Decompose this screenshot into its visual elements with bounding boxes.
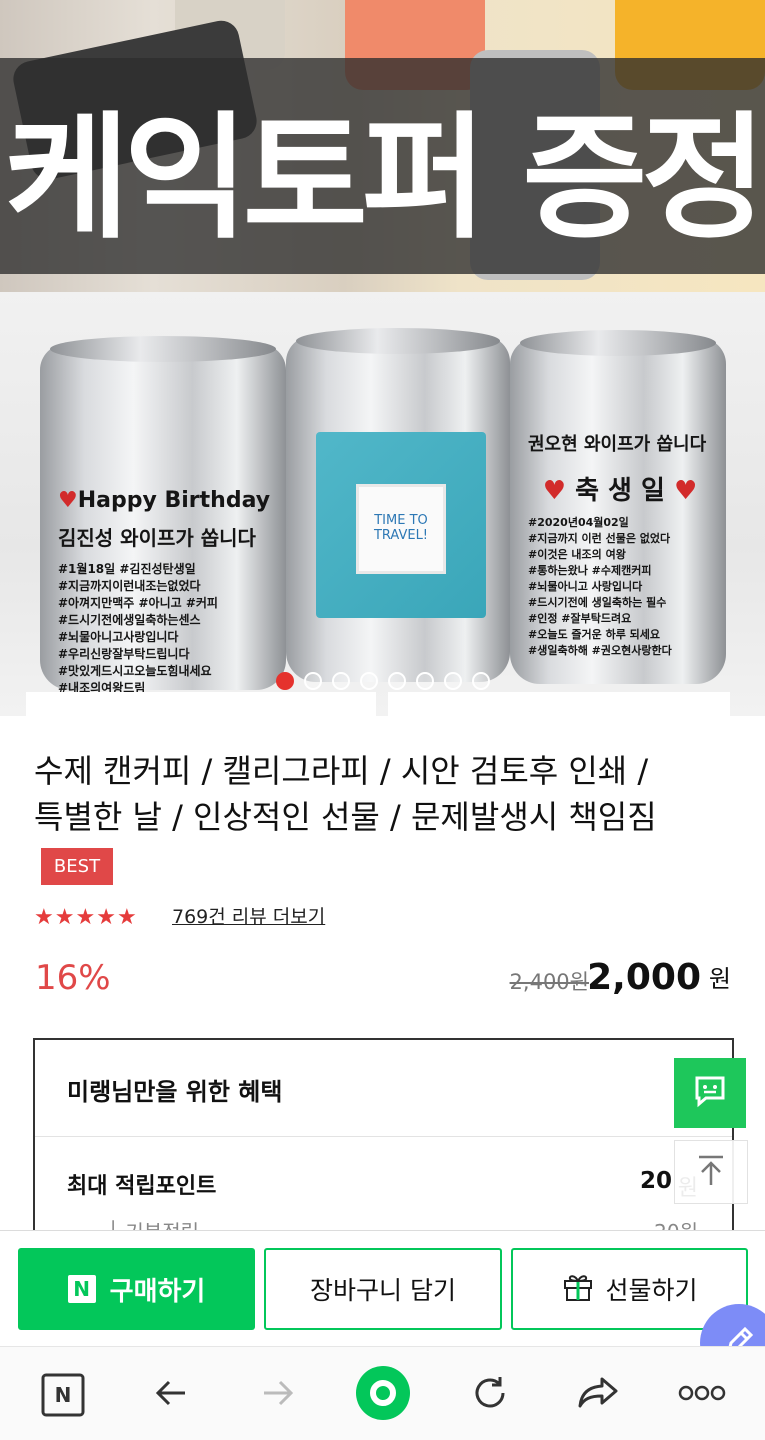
carousel-dot[interactable] <box>331 672 350 690</box>
travel-label-text: TIME TO TRAVEL! <box>356 484 446 574</box>
carousel-dot[interactable] <box>359 672 378 690</box>
star-icon: ★ <box>54 905 75 930</box>
buy-label: 구매하기 <box>109 1276 206 1307</box>
can-text-line: #뇌물아니고사랑입니다 <box>58 630 179 644</box>
browser-navbar: N <box>0 1346 765 1440</box>
review-more-link[interactable]: 769건 리뷰 더보기 <box>172 903 325 931</box>
carousel-dot[interactable] <box>415 672 434 690</box>
hero-cans-photo: ♥Happy Birthday♥ 김진성 와이프가 쏩니다 #1월18일 #김진… <box>0 292 765 716</box>
carousel-dot[interactable] <box>303 672 322 690</box>
star-icon: ★ <box>75 905 96 930</box>
purchase-bar: N 구매하기 장바구니 담기 선물하기 <box>0 1230 765 1346</box>
best-badge: BEST <box>41 848 113 885</box>
can-text-line: #이것은 내조의 여왕 <box>528 548 626 561</box>
can-left: ♥Happy Birthday♥ 김진성 와이프가 쏩니다 #1월18일 #김진… <box>40 336 286 712</box>
can-text-line: #뇌물아니고 사랑입니다 <box>528 580 643 593</box>
can-rim <box>296 328 500 354</box>
refresh-button[interactable] <box>462 1367 518 1423</box>
benefit-title: 미랭님만을 위한 혜택 <box>67 1078 283 1106</box>
forward-arrow-icon <box>258 1373 298 1417</box>
can-right: 권오현 와이프가 쏩니다 ♥ 축 생 일 ♥ #2020년04월02일 #지금까지… <box>510 330 726 684</box>
back-arrow-icon <box>151 1373 191 1417</box>
can-text-line: #드시기전에생일축하는센스 <box>58 613 201 627</box>
can-right-heading: 권오현 와이프가 쏩니다 <box>528 434 707 455</box>
gift-label: 선물하기 <box>605 1276 698 1305</box>
star-icon: ★ <box>116 905 137 930</box>
share-icon <box>576 1373 620 1417</box>
can-middle: TIME TO TRAVEL! <box>286 328 510 682</box>
product-title: 수제 캔커피 / 캘리그라피 / 시안 검토후 인쇄 / 특별한 날 / 인상적… <box>34 752 657 836</box>
price-currency: 원 <box>708 965 731 993</box>
carousel-indicator[interactable] <box>0 672 765 692</box>
thumbnail-strip <box>26 692 376 716</box>
can-text-line: #통하는왔나 #수제캔커피 <box>528 564 652 577</box>
can-text-line: #인정 #잘부탁드려요 <box>528 612 632 625</box>
can-text-line: #지금까지 이런 선물은 없었다 <box>528 532 671 545</box>
divider <box>35 1136 732 1137</box>
add-to-cart-button[interactable]: 장바구니 담기 <box>264 1248 502 1330</box>
buy-button[interactable]: N 구매하기 <box>18 1248 255 1330</box>
thumbnail-strip <box>388 692 730 716</box>
home-circle-icon <box>355 1365 411 1425</box>
can-text-line: #아껴지만맥주 #아니고 #커피 <box>58 596 218 610</box>
refresh-icon <box>469 1372 511 1418</box>
max-points-label: 최대 적립포인트 <box>67 1174 217 1199</box>
gift-icon <box>561 1269 595 1309</box>
can-text-line: #오늘도 즐거운 하루 되세요 <box>528 628 661 641</box>
can-text-line: #생일축하해 #권오현사랑한다 <box>528 644 672 657</box>
green-dot-button[interactable] <box>355 1365 411 1425</box>
more-button[interactable] <box>674 1367 730 1423</box>
naver-home-button[interactable]: N <box>35 1367 91 1423</box>
can-text-line: #드시기전에 생일축하는 필수 <box>528 596 667 609</box>
back-button[interactable] <box>143 1367 199 1423</box>
can-text-line: #2020년04월02일 <box>528 516 629 529</box>
share-button[interactable] <box>570 1367 626 1423</box>
can-text-line: #1월18일 #김진성탄생일 <box>58 562 196 576</box>
sale-price: 2,000 <box>587 957 701 998</box>
can-rim <box>520 330 716 356</box>
arrow-up-icon <box>694 1153 728 1191</box>
discount-rate: 16% <box>35 958 111 998</box>
benefit-box: 미랭님만을 위한 혜택 최대 적립포인트 20 원 └ 기본적립 20원 <box>33 1038 734 1258</box>
forward-button[interactable] <box>250 1367 306 1423</box>
carousel-dot[interactable] <box>275 672 294 690</box>
carousel-dot[interactable] <box>387 672 406 690</box>
can-text-line: #우리신랑잘부탁드립니다 <box>58 647 190 661</box>
product-image-carousel[interactable]: 케익토퍼 증정 ♥Happy Birthday♥ 김진성 와이프가 쏩니다 #1… <box>0 0 765 716</box>
original-price: 2,400원 <box>509 970 589 994</box>
can-text-line: #지금까지이런내조는없었다 <box>58 579 201 593</box>
scroll-top-button[interactable] <box>674 1140 748 1204</box>
carousel-dot[interactable] <box>443 672 462 690</box>
rating-stars: ★ ★ ★ ★ ★ <box>34 905 137 931</box>
talk-talk-button[interactable] <box>674 1058 746 1128</box>
can-left-subheading: 김진성 와이프가 쏩니다 <box>58 526 256 550</box>
cart-label: 장바구니 담기 <box>310 1276 456 1305</box>
more-icon <box>678 1383 726 1407</box>
can-rim <box>50 336 276 362</box>
chat-icon <box>692 1073 728 1113</box>
carousel-dot[interactable] <box>471 672 490 690</box>
naver-home-label: N <box>54 1383 72 1407</box>
star-icon: ★ <box>96 905 116 930</box>
can-right-subheading: ♥ 축 생 일 ♥ <box>542 476 698 506</box>
travel-label: TIME TO TRAVEL! <box>316 432 486 618</box>
star-icon: ★ <box>34 905 54 930</box>
naver-n-icon: N <box>67 1275 96 1303</box>
max-points-value: 20 <box>639 1168 672 1194</box>
can-left-heading: ♥Happy Birthday♥ <box>58 488 272 513</box>
hero-banner-text: 케익토퍼 증정 <box>4 99 765 258</box>
